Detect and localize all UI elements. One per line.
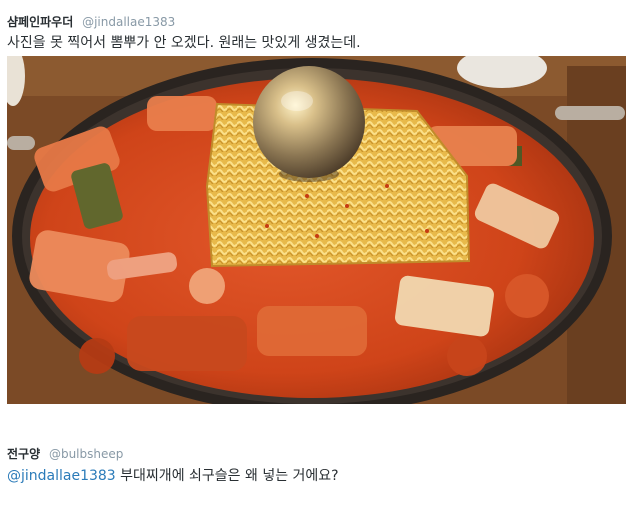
tweet-2-display-name[interactable]: 전구양 [7,447,40,461]
tweet-2-handle[interactable]: @bulbsheep [49,447,123,461]
tweet-1-header: 샴페인파우더 @jindallae1383 [7,15,175,29]
budae-jjigae-photo-illustration [7,56,626,404]
tweet-2-text: @jindallae1383 부대찌개에 쇠구슬은 왜 넣는 거에요? [7,467,339,485]
tweet-1-photo[interactable] [7,56,626,404]
reply-body: 부대찌개에 쇠구슬은 왜 넣는 거에요? [120,468,339,484]
reply-mention-link[interactable]: @jindallae1383 [7,468,116,484]
tweet-1-handle[interactable]: @jindallae1383 [82,15,175,29]
tweet-thread: 샴페인파우더 @jindallae1383 사진을 못 찍어서 뽐뿌가 안 오겠… [0,0,636,519]
tweet-1-text: 사진을 못 찍어서 뽐뿌가 안 오겠다. 원래는 맛있게 생겼는데. [7,35,361,51]
tweet-2-header: 전구양 @bulbsheep [7,447,123,461]
tweet-1-display-name[interactable]: 샴페인파우더 [7,15,73,29]
